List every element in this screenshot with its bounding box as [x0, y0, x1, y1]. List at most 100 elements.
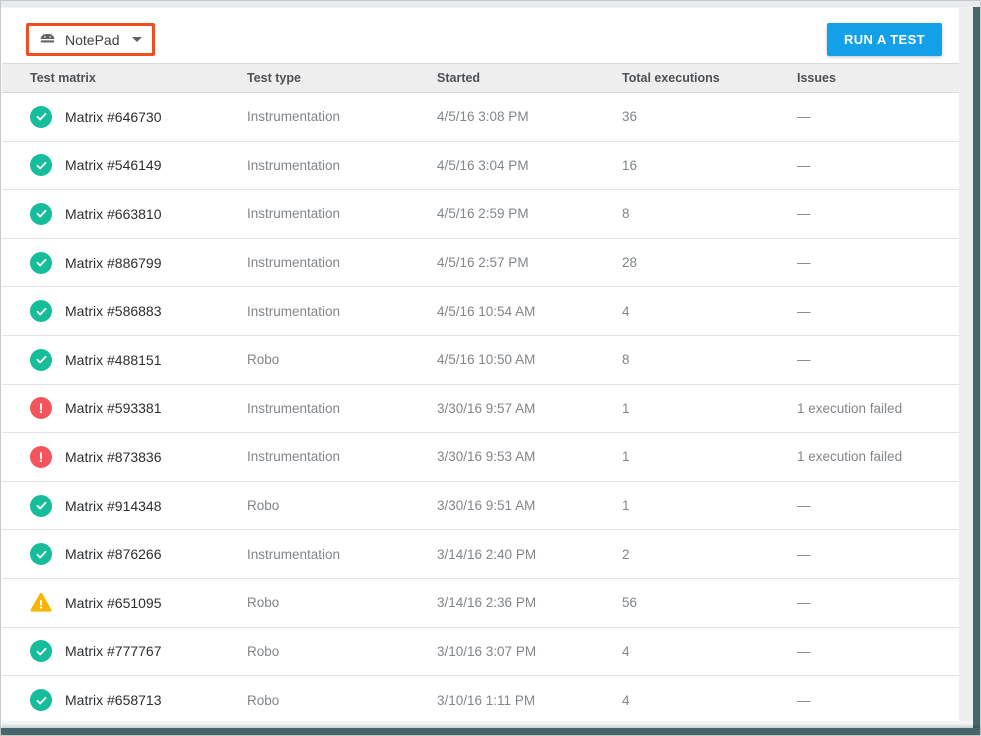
app-selector-label: NotePad	[65, 31, 120, 48]
started-timestamp: 3/30/16 9:51 AM	[437, 498, 536, 514]
table-header: Test matrix Test type Started Total exec…	[2, 63, 959, 93]
started-timestamp: 4/5/16 2:59 PM	[437, 206, 529, 222]
matrix-id: Matrix #593381	[65, 400, 162, 417]
started-timestamp: 3/10/16 3:07 PM	[437, 643, 537, 659]
test-type: Instrumentation	[247, 255, 341, 271]
issues-text: —	[797, 546, 811, 562]
table-row[interactable]: ! Matrix #586883 Instrumentation 4/5/16 …	[2, 287, 959, 336]
test-type: Instrumentation	[247, 400, 341, 416]
matrix-id: Matrix #586883	[65, 303, 162, 320]
toolbar: NotePad RUN A TEST	[2, 8, 959, 63]
started-timestamp: 4/5/16 3:04 PM	[437, 157, 529, 173]
total-executions: 4	[622, 643, 630, 659]
started-timestamp: 4/5/16 2:57 PM	[437, 255, 529, 271]
total-executions: 4	[622, 692, 630, 708]
issues-text: —	[797, 595, 811, 611]
test-type: Robo	[247, 595, 280, 611]
frame-bottom-pad	[2, 721, 973, 728]
screenshot-frame: NotePad RUN A TEST Test matrix Test type…	[0, 0, 981, 736]
test-type: Robo	[247, 498, 280, 514]
check-circle-icon	[30, 105, 52, 128]
table-row[interactable]: ! Matrix #546149 Instrumentation 4/5/16 …	[2, 141, 959, 191]
run-a-test-button[interactable]: RUN A TEST	[826, 23, 942, 56]
android-icon	[40, 33, 55, 43]
test-type: Instrumentation	[247, 206, 341, 222]
test-type: Robo	[247, 352, 280, 368]
matrix-id: Matrix #886799	[65, 254, 162, 271]
table-row[interactable]: ! Matrix #658713 Robo 3/10/16 1:11 PM 4 …	[2, 676, 959, 725]
matrix-id: Matrix #873836	[65, 448, 162, 465]
check-circle-icon	[30, 689, 52, 712]
total-executions: 8	[622, 352, 630, 368]
issues-text: 1 execution failed	[797, 449, 903, 465]
issues-text: —	[797, 206, 811, 222]
test-lab-panel: NotePad RUN A TEST Test matrix Test type…	[2, 8, 959, 725]
test-type: Robo	[247, 643, 280, 659]
column-header-total-executions: Total executions	[622, 71, 720, 85]
issues-text: —	[797, 109, 811, 125]
table-row[interactable]: ! Matrix #914348 Robo 3/30/16 9:51 AM 1 …	[2, 481, 959, 531]
started-timestamp: 3/14/16 2:36 PM	[437, 595, 537, 611]
check-circle-icon	[30, 154, 52, 177]
issues-text: —	[797, 352, 811, 368]
table-row[interactable]: ! Matrix #663810 Instrumentation 4/5/16 …	[2, 190, 959, 239]
table-row[interactable]: ! Matrix #777767 Robo 3/10/16 3:07 PM 4 …	[2, 627, 959, 677]
column-header-started: Started	[437, 71, 481, 85]
frame-bar-right	[973, 7, 980, 735]
started-timestamp: 4/5/16 3:08 PM	[437, 109, 529, 125]
check-circle-icon	[30, 640, 52, 663]
test-type: Instrumentation	[247, 546, 341, 562]
matrix-id: Matrix #651095	[65, 594, 162, 611]
matrix-id: Matrix #546149	[65, 157, 162, 174]
started-timestamp: 3/14/16 2:40 PM	[437, 546, 537, 562]
check-circle-icon	[30, 300, 52, 323]
matrix-id: Matrix #646730	[65, 108, 162, 125]
frame-top-strip	[1, 1, 980, 8]
issues-text: —	[797, 157, 811, 173]
table-row[interactable]: ! Matrix #646730 Instrumentation 4/5/16 …	[2, 93, 959, 142]
test-type: Instrumentation	[247, 157, 341, 173]
started-timestamp: 4/5/16 10:54 AM	[437, 303, 536, 319]
table-row[interactable]: ! Matrix #488151 Robo 4/5/16 10:50 AM 8 …	[2, 335, 959, 385]
started-timestamp: 4/5/16 10:50 AM	[437, 352, 536, 368]
column-header-issues: Issues	[797, 71, 836, 85]
column-header-test-matrix: Test matrix	[30, 71, 96, 85]
test-type: Instrumentation	[247, 303, 341, 319]
matrix-id: Matrix #488151	[65, 351, 162, 368]
total-executions: 1	[622, 400, 630, 416]
frame-bar-bottom	[1, 728, 980, 735]
total-executions: 2	[622, 546, 630, 562]
error-circle-icon: !	[30, 397, 52, 420]
matrix-id: Matrix #914348	[65, 497, 162, 514]
total-executions: 56	[622, 595, 638, 611]
table-row[interactable]: ! Matrix #876266 Instrumentation 3/14/16…	[2, 530, 959, 579]
issues-text: —	[797, 303, 811, 319]
issues-text: —	[797, 692, 811, 708]
table-row[interactable]: ! Matrix #593381 Instrumentation 3/30/16…	[2, 384, 959, 434]
total-executions: 36	[622, 109, 638, 125]
caret-down-icon	[132, 37, 143, 42]
test-type: Instrumentation	[247, 109, 341, 125]
check-circle-icon	[30, 543, 52, 566]
column-header-test-type: Test type	[247, 71, 301, 85]
issues-text: —	[797, 255, 811, 271]
matrix-id: Matrix #876266	[65, 546, 162, 563]
issues-text: —	[797, 498, 811, 514]
frame-right-gutter	[959, 8, 973, 728]
table-row[interactable]: ! Matrix #651095 Robo 3/14/16 2:36 PM 56…	[2, 578, 959, 628]
total-executions: 8	[622, 206, 630, 222]
check-circle-icon	[30, 251, 52, 274]
table-body: ! Matrix #646730 Instrumentation 4/5/16 …	[2, 93, 959, 725]
test-type: Instrumentation	[247, 449, 341, 465]
total-executions: 1	[622, 498, 630, 514]
test-type: Robo	[247, 692, 280, 708]
started-timestamp: 3/30/16 9:53 AM	[437, 449, 536, 465]
app-selector-dropdown[interactable]: NotePad	[26, 23, 156, 56]
error-circle-icon: !	[30, 445, 52, 468]
table-row[interactable]: ! Matrix #873836 Instrumentation 3/30/16…	[2, 433, 959, 482]
matrix-id: Matrix #658713	[65, 692, 162, 709]
check-circle-icon	[30, 348, 52, 371]
started-timestamp: 3/10/16 1:11 PM	[437, 692, 536, 708]
table-row[interactable]: ! Matrix #886799 Instrumentation 4/5/16 …	[2, 238, 959, 288]
check-circle-icon	[30, 202, 52, 225]
